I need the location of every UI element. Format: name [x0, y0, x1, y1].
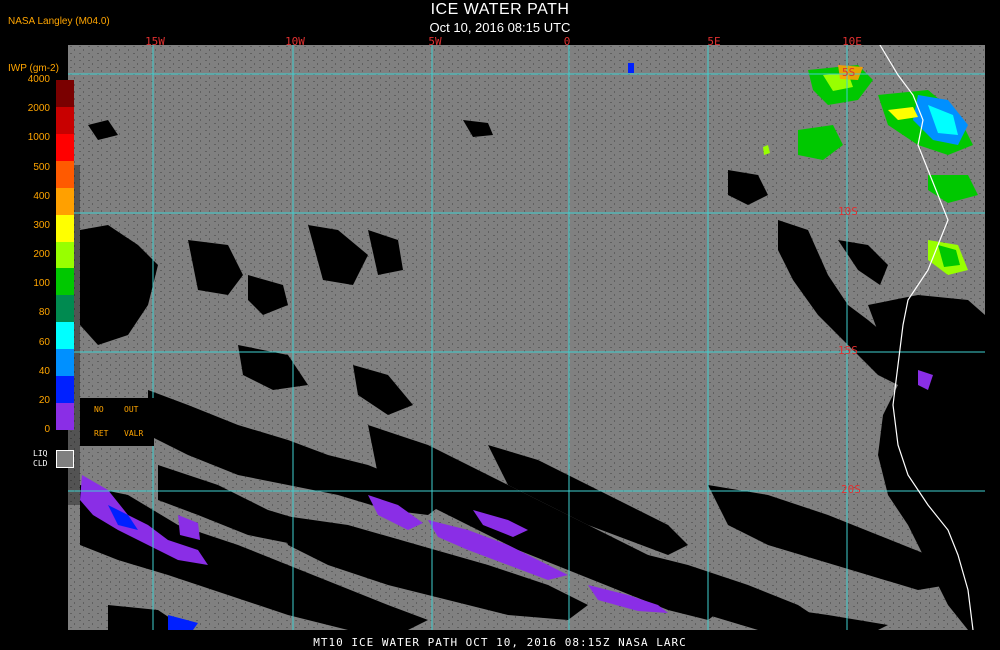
- legend-tick-label: 20: [38, 394, 50, 406]
- lat-label-20s: 20S: [841, 483, 861, 496]
- footer-caption: MT10 ICE WATER PATH OCT 10, 2016 08:15Z …: [313, 636, 687, 649]
- legend-tick-label: 60: [38, 336, 50, 348]
- lon-label-5e: 5E: [707, 35, 721, 48]
- legend-tick-label: 1000: [27, 132, 50, 144]
- lon-label-10e: 10E: [842, 35, 862, 48]
- color-swatch: [56, 322, 74, 350]
- liquid-cloud-swatch: [56, 450, 74, 468]
- liquid-cloud-label: LIQ CLD: [33, 449, 47, 469]
- legend-tick-label: 500: [33, 161, 50, 173]
- legend-tick-label: 400: [33, 190, 50, 202]
- ret-label: RET: [94, 429, 109, 438]
- lon-label-10w: 10W: [285, 35, 305, 48]
- color-swatch: [56, 160, 74, 189]
- color-swatch: [56, 133, 74, 162]
- cld-text: CLD: [33, 459, 48, 468]
- color-swatch: [56, 187, 74, 216]
- color-swatch: [56, 349, 74, 377]
- legend-tick-label: 200: [33, 249, 50, 260]
- color-swatch: [56, 80, 74, 108]
- legend-tick-label: 80: [38, 307, 50, 319]
- liq-text: LIQ: [33, 449, 48, 458]
- color-swatch: [56, 106, 74, 135]
- valr-label: VALR: [124, 429, 144, 438]
- satellite-image-page: ICE WATER PATH Oct 10, 2016 08:15 UTC NA…: [0, 0, 1000, 650]
- color-swatch: [56, 241, 74, 269]
- legend-tick-label: 300: [33, 219, 50, 231]
- image-title: ICE WATER PATH: [430, 1, 570, 18]
- lat-label-5s: 5S: [842, 66, 856, 79]
- lon-label-5w: 5W: [428, 35, 442, 48]
- color-swatch: [56, 376, 74, 404]
- no-label: NO: [94, 405, 104, 414]
- lon-label-0: 0: [563, 35, 571, 48]
- color-swatch: [56, 268, 74, 296]
- color-scale-bar: [56, 80, 74, 431]
- out-label: OUT: [124, 405, 139, 414]
- lon-label-15w: 15W: [145, 35, 165, 48]
- legend-tick-label: 100: [33, 278, 50, 290]
- legend-title: IWP (gm-2): [8, 63, 59, 74]
- lat-label-15s: 15S: [838, 344, 858, 357]
- color-swatch: [56, 403, 74, 431]
- color-swatch: [56, 214, 74, 243]
- legend-tick-label: 40: [38, 365, 50, 377]
- image-timestamp: Oct 10, 2016 08:15 UTC: [429, 20, 571, 35]
- map-image: [68, 45, 985, 630]
- lat-label-10s: 10S: [838, 205, 858, 218]
- no-retrieval-box: NO RET OUT VALR: [80, 398, 154, 446]
- legend-tick-label: 0: [44, 424, 50, 435]
- legend-tick-label: 2000: [27, 103, 50, 115]
- legend-tick-label: 4000: [27, 74, 50, 85]
- color-swatch: [56, 295, 74, 323]
- map-panel: [68, 45, 985, 630]
- producer-label: NASA Langley (M04.0): [8, 16, 110, 27]
